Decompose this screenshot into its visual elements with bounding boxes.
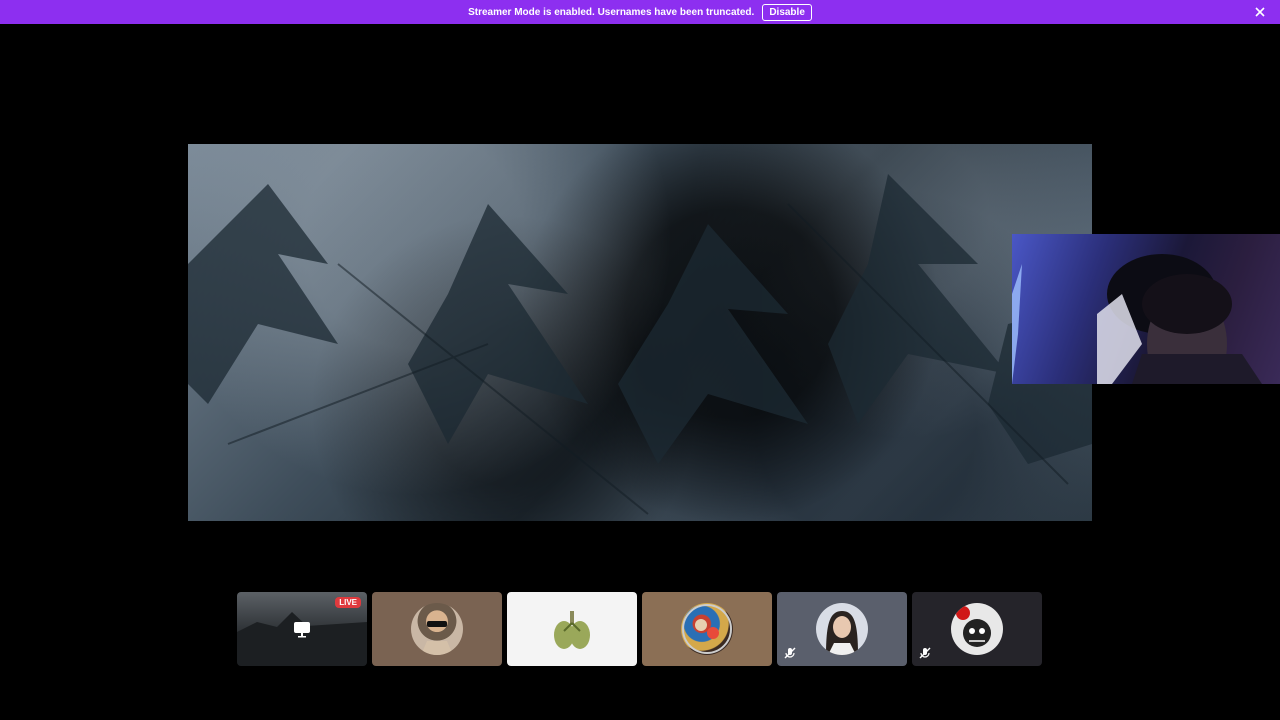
main-video-stage[interactable] (188, 144, 1092, 521)
streamer-mode-banner: Streamer Mode is enabled. Usernames have… (0, 0, 1280, 24)
banner-message: Streamer Mode is enabled. Usernames have… (468, 6, 755, 18)
avatar (681, 603, 733, 655)
forest-video-stream (188, 174, 1092, 515)
disable-button[interactable]: Disable (762, 3, 812, 21)
participant-tile-4[interactable] (642, 592, 772, 666)
participant-tiles: LIVE (237, 592, 1042, 666)
avatar (546, 603, 598, 655)
avatar (951, 603, 1003, 655)
avatar (816, 603, 868, 655)
mute-icon (783, 646, 797, 660)
screen-share-icon (293, 620, 311, 638)
participant-tile-6[interactable] (912, 592, 1042, 666)
close-icon[interactable] (1252, 4, 1268, 20)
participant-tile-2[interactable] (372, 592, 502, 666)
participant-stream-tile[interactable]: LIVE (237, 592, 367, 666)
avatar (411, 603, 463, 655)
participant-tile-3[interactable] (507, 592, 637, 666)
live-badge: LIVE (335, 597, 361, 608)
mute-icon (918, 646, 932, 660)
webcam-feed[interactable] (1012, 234, 1280, 384)
participant-tile-5[interactable] (777, 592, 907, 666)
